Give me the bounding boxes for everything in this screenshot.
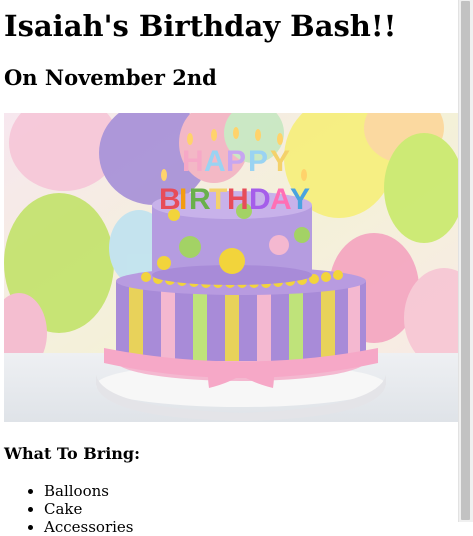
svg-text:A: A <box>270 183 292 216</box>
list-item: Balloons <box>44 482 459 500</box>
svg-text:H: H <box>182 145 204 178</box>
bring-list: Balloons Cake Accessories <box>4 482 459 536</box>
svg-text:Y: Y <box>290 183 310 216</box>
svg-text:D: D <box>249 183 271 216</box>
page-subtitle: On November 2nd <box>4 65 217 90</box>
svg-text:A: A <box>204 145 226 178</box>
svg-text:B: B <box>159 183 181 216</box>
svg-text:Y: Y <box>270 145 290 178</box>
svg-text:H: H <box>227 183 249 216</box>
vertical-scrollbar[interactable] <box>458 0 473 522</box>
what-to-bring-heading: What To Bring: <box>4 444 140 463</box>
svg-text:T: T <box>209 183 227 216</box>
scrollbar-thumb[interactable] <box>461 1 470 520</box>
birthday-cake-image: H A P P Y B I R T H D A Y <box>4 113 459 422</box>
page-title: Isaiah's Birthday Bash!! <box>4 9 397 43</box>
list-item: Accessories <box>44 518 459 536</box>
list-item: Cake <box>44 500 459 518</box>
svg-text:R: R <box>189 183 211 216</box>
svg-text:P: P <box>248 145 268 178</box>
svg-text:P: P <box>226 145 246 178</box>
page-content: Isaiah's Birthday Bash!! On November 2nd <box>4 0 459 536</box>
svg-text:I: I <box>179 183 187 216</box>
